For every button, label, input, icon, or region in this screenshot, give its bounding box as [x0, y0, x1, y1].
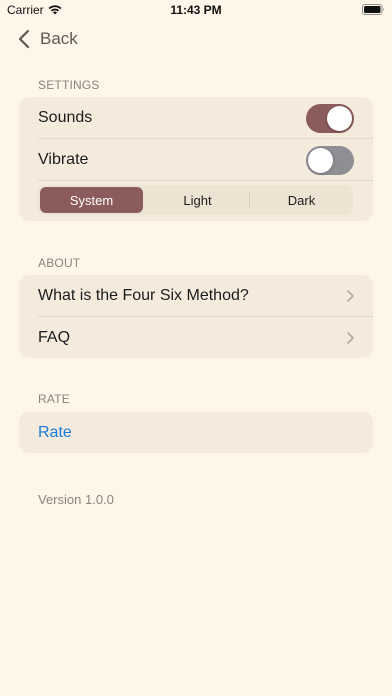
- rate-group: Rate: [19, 412, 373, 453]
- vibrate-label: Vibrate: [38, 151, 89, 168]
- about-item-label: What is the Four Six Method?: [38, 287, 249, 304]
- divider: [38, 180, 373, 181]
- about-item-label: FAQ: [38, 329, 71, 346]
- toggle-knob: [308, 147, 333, 173]
- chevron-right-icon: [347, 290, 354, 302]
- back-button[interactable]: Back: [18, 29, 78, 49]
- about-group: What is the Four Six Method? FAQ: [19, 275, 373, 358]
- rate-label: Rate: [38, 423, 72, 441]
- sounds-toggle[interactable]: [306, 103, 354, 133]
- toggle-knob: [327, 105, 352, 131]
- back-label: Back: [40, 29, 78, 48]
- chevron-left-icon: [18, 29, 30, 49]
- status-time: 11:43 PM: [170, 3, 222, 17]
- settings-section-header: SETTINGS: [38, 78, 100, 92]
- settings-group: Sounds Vibrate System Light Dark: [19, 97, 373, 221]
- appearance-segmented-control: System Light Dark: [38, 185, 353, 215]
- vibrate-toggle[interactable]: [306, 145, 354, 175]
- sounds-label: Sounds: [38, 109, 93, 126]
- segment-light[interactable]: Light: [146, 185, 249, 215]
- sounds-row: Sounds: [19, 97, 373, 139]
- about-section-header: ABOUT: [38, 256, 81, 270]
- battery-icon: [362, 4, 384, 15]
- chevron-right-icon: [347, 332, 354, 344]
- about-item-faq[interactable]: FAQ: [19, 317, 373, 358]
- segment-system[interactable]: System: [40, 187, 143, 213]
- about-item-four-six-method[interactable]: What is the Four Six Method?: [19, 275, 373, 317]
- rate-section-header: RATE: [38, 392, 70, 406]
- segment-dark[interactable]: Dark: [250, 185, 353, 215]
- rate-button[interactable]: Rate: [19, 412, 373, 453]
- vibrate-row: Vibrate: [19, 139, 373, 181]
- status-bar: Carrier 11:43 PM: [0, 0, 392, 22]
- version-label: Version 1.0.0: [38, 492, 114, 507]
